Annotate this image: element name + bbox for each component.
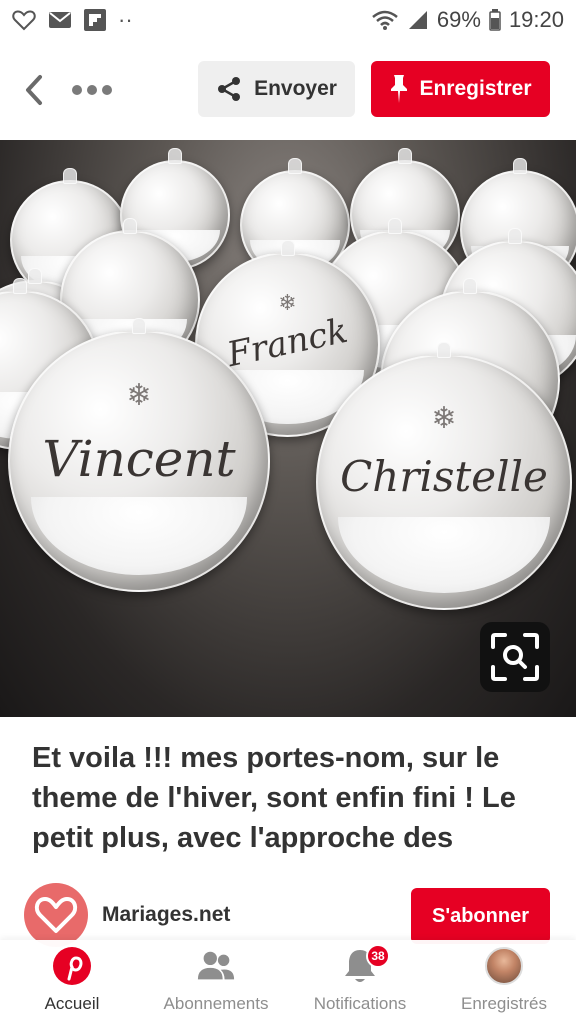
- nav-label-saved: Enregistrés: [461, 994, 547, 1013]
- ornament-name: Christelle: [340, 451, 548, 501]
- visual-search-icon: [491, 633, 539, 681]
- pin-icon: [391, 75, 408, 103]
- nav-item-home[interactable]: Accueil: [0, 940, 144, 1024]
- nav-item-notifications[interactable]: 38 Notifications: [288, 940, 432, 1024]
- share-label: Envoyer: [254, 77, 337, 100]
- clock: 19:20: [508, 7, 564, 32]
- chevron-left-icon: [26, 75, 42, 105]
- nav-item-saved[interactable]: Enregistrés: [432, 940, 576, 1024]
- more-options-button[interactable]: [72, 75, 116, 105]
- more-notifications-dots: ··: [118, 7, 133, 32]
- snowflake-icon: ❄: [431, 402, 457, 436]
- dot-icon: [102, 85, 112, 95]
- flipboard-icon: [84, 9, 106, 31]
- author-avatar[interactable]: [24, 883, 88, 947]
- visual-search-button[interactable]: [480, 622, 550, 692]
- profile-avatar: [485, 947, 523, 985]
- ornament-vincent: ❄ Vincent: [8, 318, 270, 592]
- heart-outline-icon: [12, 9, 36, 31]
- share-icon: [218, 77, 241, 101]
- battery-percent: 69%: [436, 7, 481, 32]
- follow-button[interactable]: S'abonner: [411, 888, 550, 944]
- nav-label-home: Accueil: [44, 994, 100, 1013]
- back-button[interactable]: [24, 70, 48, 110]
- dot-icon: [72, 85, 82, 95]
- dot-icon: [87, 85, 97, 95]
- save-button[interactable]: Enregistrer: [371, 61, 550, 117]
- snowflake-icon: ❄: [126, 379, 152, 413]
- battery-icon: [489, 9, 501, 31]
- author-name[interactable]: Mariages.net: [102, 903, 230, 927]
- ornament-name: Vincent: [42, 430, 236, 489]
- wifi-icon: [371, 9, 399, 31]
- signal-icon: [407, 9, 429, 31]
- bottom-nav: Accueil Abonnements 38 Notifications Enr…: [0, 940, 576, 1024]
- mail-icon: [48, 10, 72, 30]
- share-button[interactable]: Envoyer: [198, 61, 355, 117]
- save-label: Enregistrer: [419, 77, 532, 100]
- heart-logo-icon: [34, 897, 78, 933]
- pinterest-logo-icon: [53, 947, 91, 985]
- pin-toolbar: Envoyer Enregistrer: [0, 40, 576, 140]
- snowflake-icon: ❄: [278, 290, 297, 316]
- people-icon: [197, 951, 235, 980]
- notification-badge: 38: [366, 944, 390, 968]
- nav-label-notifications: Notifications: [313, 994, 407, 1013]
- pin-description: Et voila !!! mes portes-nom, sur le them…: [32, 742, 516, 854]
- nav-label-following: Abonnements: [163, 994, 269, 1013]
- status-bar: ·· 69% 19:20: [0, 0, 576, 40]
- nav-item-following[interactable]: Abonnements: [144, 940, 288, 1024]
- ornament-christelle: ❄ Christelle: [316, 342, 572, 610]
